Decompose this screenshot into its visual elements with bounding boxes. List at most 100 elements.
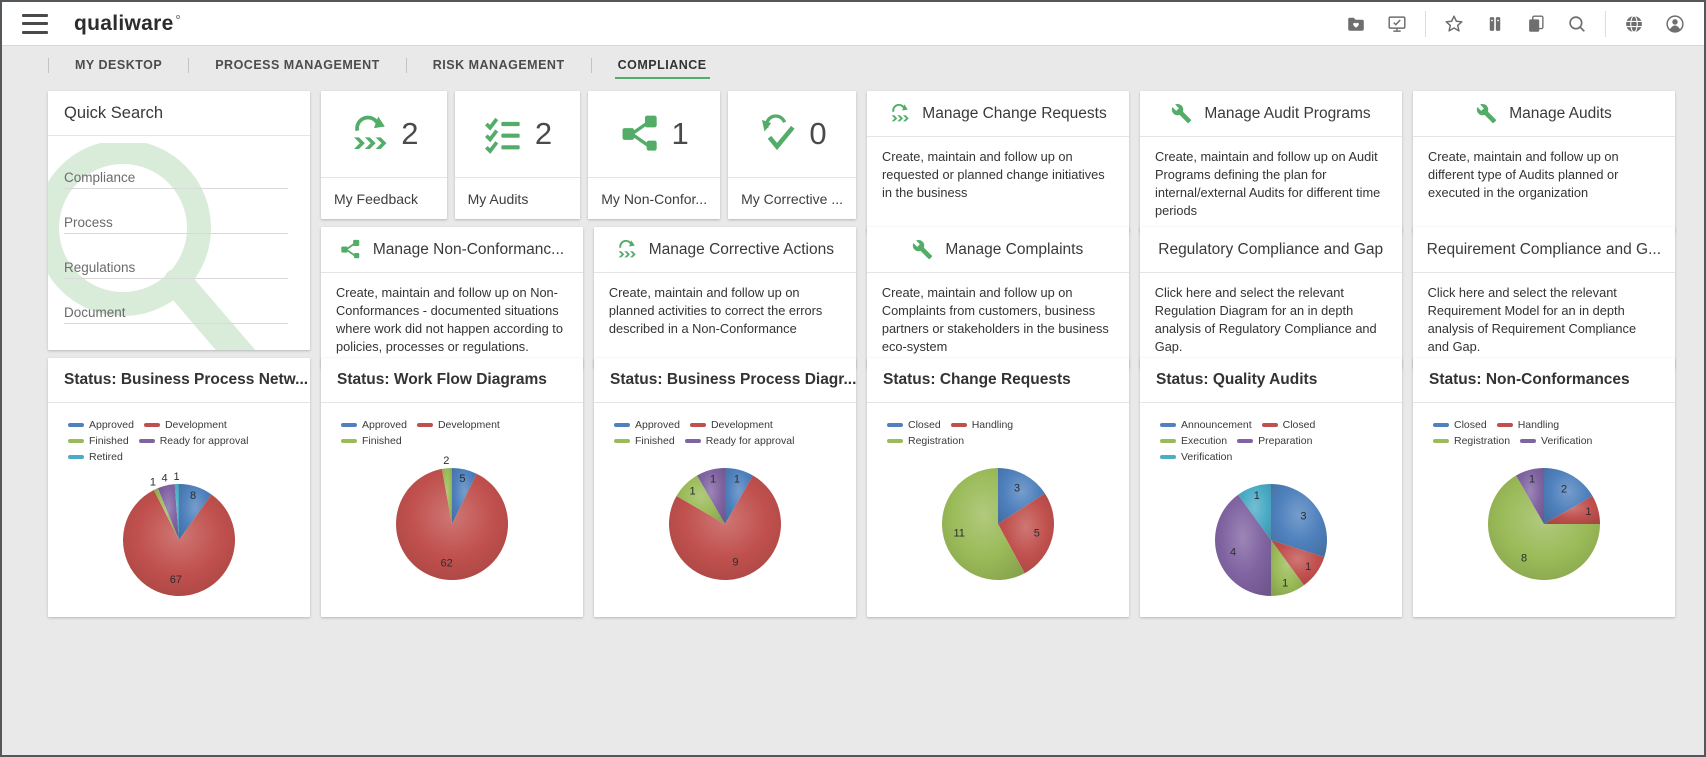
- legend-swatch: [1261, 423, 1278, 427]
- legend-swatch: [143, 423, 160, 427]
- chart-title: Status: Business Process Netw...: [48, 358, 310, 403]
- quick-search-input-document[interactable]: [64, 301, 288, 324]
- feedback-loop-icon: [891, 103, 909, 122]
- chart-legend: Approved Development Finished Ready for app…: [614, 419, 836, 447]
- topbar-actions: [1343, 10, 1688, 37]
- manage-card-manage-complaints[interactable]: Manage Complaints Create, maintain and fo…: [866, 227, 1129, 368]
- tab-compliance[interactable]: COMPLIANCE: [592, 46, 733, 84]
- chart-title: Status: Work Flow Diagrams: [321, 358, 583, 403]
- card-title: Manage Audits: [1509, 104, 1612, 122]
- wrench-icon: [1172, 103, 1192, 124]
- stat-count: 0: [809, 116, 827, 151]
- globe-button[interactable]: [1621, 11, 1647, 37]
- svg-text:1: 1: [1254, 490, 1260, 502]
- tab-my-desktop[interactable]: MY DESKTOP: [49, 46, 188, 84]
- favorites-star-icon: [1445, 14, 1463, 32]
- legend-swatch: [1496, 423, 1513, 427]
- stat-card-my-non-confor[interactable]: 1 My Non-Confor...: [588, 91, 721, 219]
- legend-swatch: [68, 423, 84, 427]
- legend-item: Announcement: [1160, 419, 1252, 431]
- card-description: Create, maintain and follow up on Audit …: [1155, 149, 1381, 219]
- hamburger-icon: [22, 13, 48, 17]
- legend-item: Closed: [1433, 419, 1487, 431]
- stat-card-my-feedback[interactable]: 2 My Feedback: [321, 91, 447, 219]
- card-description: Create, maintain and follow up on reques…: [882, 149, 1105, 201]
- status-chart-card-3[interactable]: Status: Change Requests Closed Handling Reg…: [867, 358, 1129, 617]
- card-description: Create, maintain and follow up on Compla…: [881, 285, 1109, 355]
- legend-item: Development: [416, 419, 500, 431]
- binders-icon: [1489, 16, 1501, 31]
- legend-item: Approved: [68, 419, 134, 431]
- legend-item: Execution: [1160, 435, 1227, 447]
- manage-card-regulatory-compliance-and-gap[interactable]: Regulatory Compliance and Gap Click here …: [1139, 227, 1402, 368]
- favorites-star-button[interactable]: [1441, 11, 1467, 37]
- status-chart-card-2[interactable]: Status: Business Process Diagr... Approve…: [594, 358, 856, 617]
- manage-card-manage-change-requests[interactable]: Manage Change Requests Create, maintain a…: [867, 91, 1129, 232]
- binders-button[interactable]: [1482, 11, 1508, 37]
- svg-text:1: 1: [174, 471, 180, 483]
- chart-title: Status: Non-Conformances: [1413, 358, 1675, 403]
- stat-label: My Corrective ...: [741, 190, 843, 207]
- chart-legend: Approved Development Finished Ready for app…: [68, 419, 290, 463]
- legend-item: Finished: [614, 435, 675, 447]
- monitor-check-icon: [1388, 15, 1406, 32]
- quick-search-input-regulations[interactable]: [64, 256, 288, 279]
- status-chart-card-4[interactable]: Status: Quality Audits Announcement Closed…: [1140, 358, 1402, 617]
- pie-chart: 3 1 1 4 1: [1215, 484, 1327, 596]
- card-title: Requirement Compliance and G...: [1426, 240, 1661, 258]
- stat-label: My Feedback: [334, 190, 419, 207]
- card-description: Click here and select the relevant Requi…: [1427, 285, 1637, 355]
- svg-text:1: 1: [1585, 506, 1591, 518]
- stat-card-my-audits[interactable]: 2 My Audits: [454, 91, 581, 219]
- manage-cards-row-1: Manage Change Requests Create, maintain a…: [867, 91, 1675, 232]
- manage-card-manage-non-conformanc[interactable]: Manage Non-Conformanc... Create, maintain…: [321, 227, 583, 368]
- manage-card-manage-audit-programs[interactable]: Manage Audit Programs Create, maintain an…: [1140, 91, 1402, 232]
- chart-title: Status: Change Requests: [867, 358, 1129, 403]
- legend-item: Finished: [341, 435, 402, 447]
- topbar-separator: [1425, 10, 1426, 37]
- status-chart-card-5[interactable]: Status: Non-Conformances Closed Handling Re…: [1413, 358, 1675, 617]
- copy-icon: [1529, 15, 1544, 32]
- search-button[interactable]: [1564, 11, 1590, 37]
- legend-item: Preparation: [1237, 435, 1312, 447]
- copy-button[interactable]: [1523, 11, 1549, 37]
- account-button[interactable]: [1662, 11, 1688, 37]
- legend-swatch: [1160, 423, 1176, 427]
- quick-search-input-compliance[interactable]: [64, 166, 288, 189]
- manage-card-manage-corrective-actions[interactable]: Manage Corrective Actions Create, maintai…: [593, 227, 856, 368]
- tab-risk-management[interactable]: RISK MANAGEMENT: [407, 46, 591, 84]
- chart-legend: Announcement Closed Execution Preparation Ve…: [1160, 419, 1382, 463]
- tab-process-management[interactable]: PROCESS MANAGEMENT: [189, 46, 406, 84]
- media-folder-button[interactable]: [1343, 11, 1369, 37]
- legend-item: Verification: [1520, 435, 1592, 447]
- svg-text:9: 9: [732, 557, 738, 569]
- dashboard-grid: Quick Search 2 My Feedback 2 My Audits 1 My N…: [2, 84, 1704, 617]
- svg-text:1: 1: [1282, 578, 1288, 590]
- legend-swatch: [68, 455, 84, 459]
- chart-title: Status: Quality Audits: [1140, 358, 1402, 403]
- svg-text:2: 2: [1561, 483, 1567, 495]
- legend-item: Registration: [887, 435, 964, 447]
- monitor-check-button[interactable]: [1384, 11, 1410, 37]
- quick-search-input-process[interactable]: [64, 211, 288, 234]
- card-title: Manage Audit Programs: [1204, 104, 1371, 122]
- svg-text:3: 3: [1300, 510, 1306, 522]
- svg-text:67: 67: [170, 574, 182, 586]
- hamburger-menu-button[interactable]: [22, 13, 48, 34]
- legend-swatch: [684, 439, 701, 443]
- svg-text:4: 4: [1230, 546, 1236, 558]
- manage-card-manage-audits[interactable]: Manage Audits Create, maintain and follow…: [1413, 91, 1675, 232]
- svg-text:3: 3: [1014, 483, 1020, 495]
- legend-item: Approved: [341, 419, 407, 431]
- manage-card-requirement-compliance-and-g[interactable]: Requirement Compliance and G... Click her…: [1412, 227, 1675, 368]
- status-chart-card-1[interactable]: Status: Work Flow Diagrams Approved Develo…: [321, 358, 583, 617]
- chart-legend: Approved Development Finished: [341, 419, 563, 447]
- qualiware-logo: qualiware: [74, 12, 180, 36]
- my-items-stat-cards: 2 My Feedback 2 My Audits 1 My Non-Confor... 0…: [321, 91, 856, 219]
- stat-card-my-corrective[interactable]: 0 My Corrective ...: [728, 91, 856, 219]
- pie-chart: 8 67 1 4 1: [123, 471, 236, 597]
- legend-swatch: [689, 423, 706, 427]
- legend-swatch: [1160, 439, 1176, 443]
- legend-swatch: [68, 439, 84, 443]
- status-chart-card-0[interactable]: Status: Business Process Netw... Approved…: [48, 358, 310, 617]
